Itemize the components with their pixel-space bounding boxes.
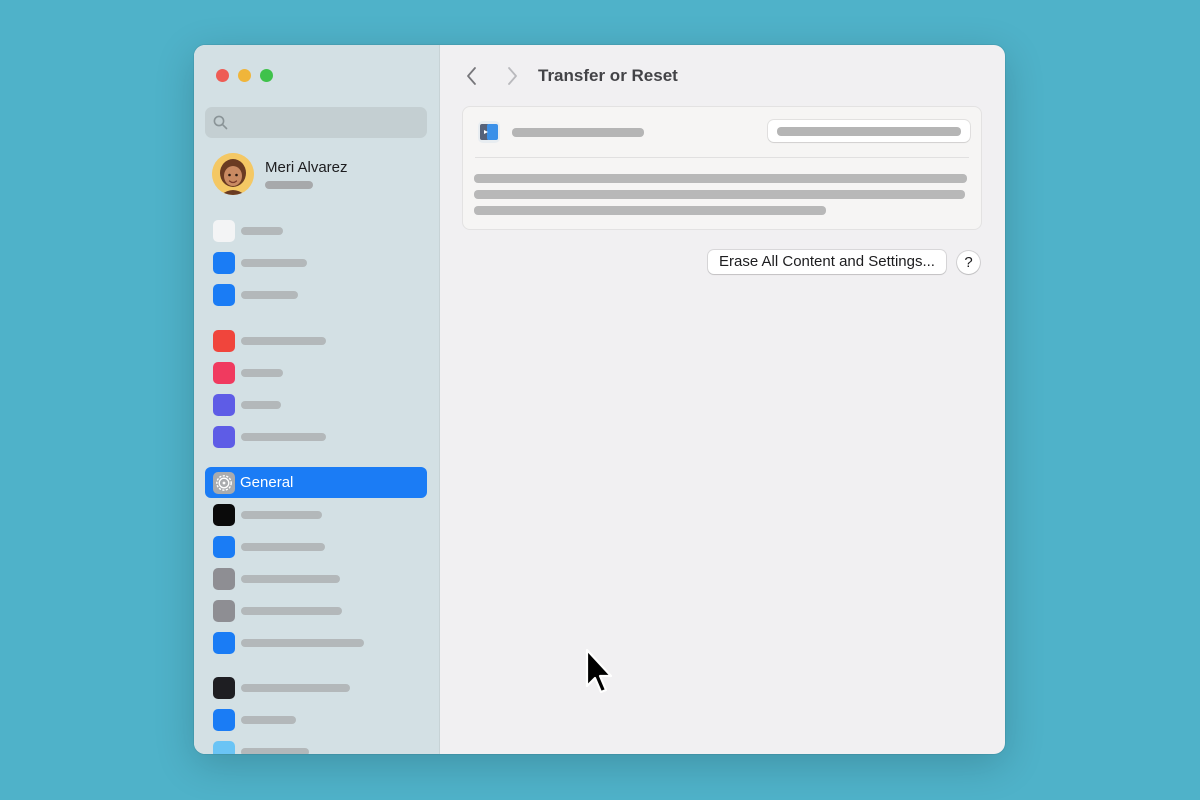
sidebar-item-icon [213,709,235,731]
card-action-button[interactable] [768,120,970,142]
close-button[interactable] [216,69,229,82]
search-input[interactable] [205,107,427,138]
sidebar-item-label: General [240,474,294,491]
sidebar-item-icon [213,504,235,526]
sidebar-item-3[interactable] [205,279,427,310]
sidebar-item-14[interactable] [205,672,427,703]
sidebar-item-icon [213,632,235,654]
card-text-placeholder [474,190,965,199]
sidebar-item-label-placeholder [241,684,350,692]
main-content: Transfer or Reset Erase All Content and … [440,45,1005,754]
sidebar-item-icon [213,426,235,448]
migration-assistant-icon [478,121,500,143]
user-name: Meri Alvarez [265,159,348,176]
search-icon [213,115,228,130]
zoom-button[interactable] [260,69,273,82]
sidebar-item-16[interactable] [205,736,427,754]
gear-icon [213,472,235,494]
sidebar-item-label-placeholder [241,748,309,754]
sidebar-item-icon [213,394,235,416]
sidebar-item-label-placeholder [241,639,364,647]
sidebar-item-5[interactable] [205,357,427,388]
sidebar-item-label-placeholder [241,259,307,267]
help-button[interactable]: ? [957,251,980,274]
sidebar-item-1[interactable] [205,215,427,246]
erase-all-content-button[interactable]: Erase All Content and Settings... [708,250,946,274]
sidebar-item-label-placeholder [241,543,325,551]
mouse-pointer-icon [585,648,613,694]
sidebar-item-12[interactable] [205,595,427,626]
sidebar-item-11[interactable] [205,563,427,594]
migration-card [462,106,982,230]
card-title-placeholder [512,128,644,137]
sidebar-item-icon [213,600,235,622]
minimize-button[interactable] [238,69,251,82]
sidebar-item-label-placeholder [241,511,322,519]
sidebar-item-4[interactable] [205,325,427,356]
sidebar-item-label-placeholder [241,227,283,235]
sidebar-item-label-placeholder [241,575,340,583]
sidebar-item-label-placeholder [241,401,281,409]
sidebar-item-icon [213,568,235,590]
sidebar-item-10[interactable] [205,531,427,562]
avatar [212,153,254,195]
sidebar-item-13[interactable] [205,627,427,658]
sidebar: Meri Alvarez General [194,45,440,754]
sidebar-item-label-placeholder [241,369,283,377]
sidebar-item-2[interactable] [205,247,427,278]
user-subtitle-placeholder [265,181,313,189]
sidebar-item-label-placeholder [241,607,342,615]
chevron-right-icon[interactable] [502,65,522,87]
chevron-left-icon[interactable] [462,65,482,87]
sidebar-item-icon [213,284,235,306]
sidebar-item-icon [213,741,235,754]
sidebar-item-icon [213,536,235,558]
sidebar-item-icon [213,252,235,274]
sidebar-item-6[interactable] [205,389,427,420]
sidebar-item-label-placeholder [241,433,326,441]
sidebar-item-label-placeholder [241,716,296,724]
sidebar-item-icon [213,362,235,384]
sidebar-item-icon [213,330,235,352]
card-action-label-placeholder [777,127,961,136]
sidebar-item-15[interactable] [205,704,427,735]
sidebar-item-general[interactable]: General [205,467,427,498]
sidebar-item-9[interactable] [205,499,427,530]
window-controls [216,69,273,82]
sidebar-item-icon [213,677,235,699]
card-text-placeholder [474,206,826,215]
sidebar-item-label-placeholder [241,291,298,299]
sidebar-item-icon [213,220,235,242]
sidebar-item-7[interactable] [205,421,427,452]
page-title: Transfer or Reset [538,66,678,85]
sidebar-item-label-placeholder [241,337,326,345]
card-text-placeholder [474,174,967,183]
card-divider [475,157,969,158]
user-account-item[interactable]: Meri Alvarez [212,153,422,197]
